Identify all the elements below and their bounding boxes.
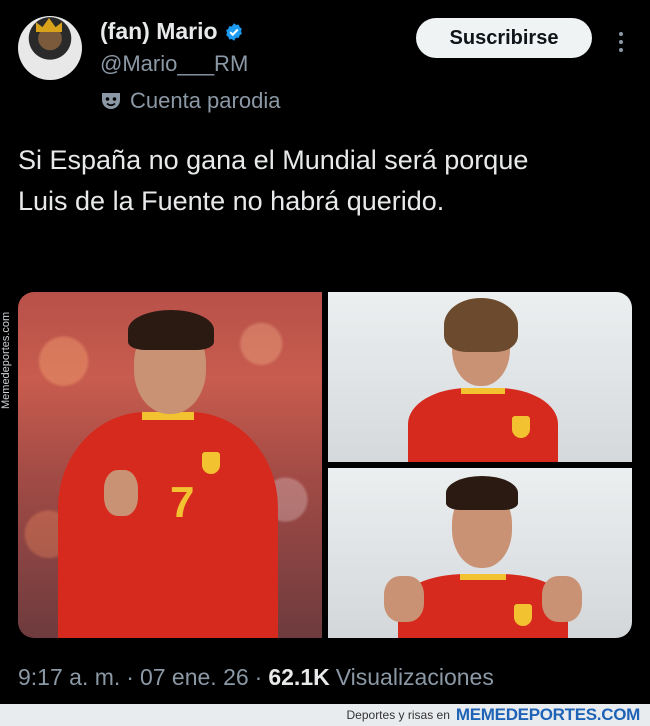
watermark-brand: MEMEDEPORTES.COM [455,705,640,724]
crest-icon [512,416,530,438]
tweet-text: Si España no gana el Mundial será porque… [18,145,529,216]
red-jersey [408,388,558,462]
crest-icon [202,452,220,474]
photo-player-portrait-2[interactable] [328,468,632,638]
meta-separator: · [126,664,134,690]
parody-label: Cuenta parodia [130,88,281,113]
photo-player-number-7[interactable]: 7 [18,292,322,638]
player-hair [446,476,518,510]
user-handle[interactable]: @Mario___RM [100,51,248,77]
media-grid: 7 [18,292,632,638]
tweet-time[interactable]: 9:17 a. m. [18,664,120,691]
display-name[interactable]: (fan) Mario [100,18,218,45]
avatar[interactable] [18,16,82,80]
red-jersey [58,412,278,638]
tweet-date[interactable]: 07 ene. 26 [140,664,249,691]
views-count: 62.1K [268,664,330,690]
subscribe-button[interactable]: Suscribirse [416,18,592,58]
watermark-prefix: Deportes y risas en [346,708,450,722]
name-row: (fan) Mario [100,18,244,45]
verified-badge-icon [225,22,242,41]
parody-mask-icon [102,93,120,109]
parody-label-row: Cuenta parodia [100,88,280,114]
side-watermark: Memedeportes.com [0,311,12,409]
bottom-watermark-bar: Deportes y risas en MEMEDEPORTES.COM [0,704,650,726]
player-left-fist [384,576,424,622]
crest-icon [514,604,532,626]
views-label: Visualizaciones [335,664,494,690]
tweet-header: (fan) Mario @Mario___RM Cuenta parodia S… [18,14,632,114]
player-right-fist [542,576,582,622]
meta-separator: · [254,664,263,690]
crown-icon [36,18,62,32]
player-hand [104,470,138,516]
jersey-collar [461,388,505,394]
player-hair [444,298,518,352]
jersey-collar [460,574,506,580]
tweet-meta-line: 9:17 a. m. · 07 ene. 26 · 62.1K Visualiz… [18,664,494,691]
player-hair [128,310,214,350]
photo-player-portrait-1[interactable] [328,292,632,462]
more-options-icon[interactable] [618,32,624,54]
jersey-number: 7 [170,478,195,527]
